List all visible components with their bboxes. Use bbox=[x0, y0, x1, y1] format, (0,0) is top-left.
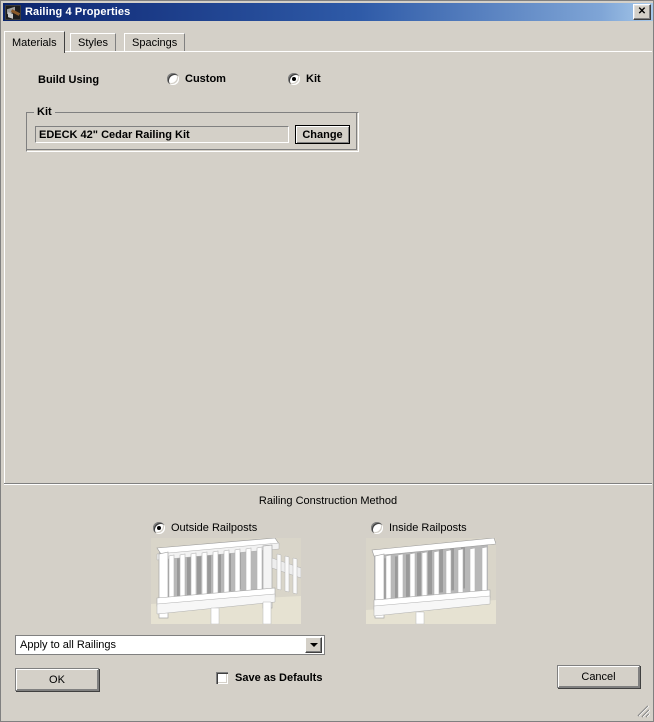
tab-materials[interactable]: Materials bbox=[4, 31, 65, 53]
railing-tool-icon bbox=[5, 4, 21, 20]
kit-value-field[interactable]: EDECK 42" Cedar Railing Kit bbox=[35, 126, 289, 143]
checkbox-indicator-save-defaults bbox=[216, 672, 228, 684]
title-bar[interactable]: Railing 4 Properties ✕ bbox=[3, 3, 653, 21]
radio-build-kit[interactable]: Kit bbox=[288, 73, 321, 85]
radio-label-kit: Kit bbox=[306, 73, 321, 85]
railing-properties-dialog: Railing 4 Properties ✕ Materials Styles … bbox=[0, 0, 654, 722]
radio-build-custom[interactable]: Custom bbox=[167, 73, 226, 85]
tab-spacings[interactable]: Spacings bbox=[124, 33, 186, 52]
change-kit-button[interactable]: Change bbox=[295, 125, 350, 144]
kit-group-box: Kit EDECK 42" Cedar Railing Kit Change bbox=[26, 106, 359, 152]
preview-outside-railposts[interactable] bbox=[151, 538, 301, 624]
radio-indicator-outside bbox=[153, 522, 165, 534]
radio-inside-railposts[interactable]: Inside Railposts bbox=[371, 522, 467, 534]
build-using-label: Build Using bbox=[38, 74, 100, 86]
radio-indicator-kit bbox=[288, 73, 300, 85]
tab-styles[interactable]: Styles bbox=[70, 33, 116, 52]
cancel-button[interactable]: Cancel bbox=[557, 665, 640, 688]
resize-grip[interactable] bbox=[636, 704, 651, 718]
radio-indicator-inside bbox=[371, 522, 383, 534]
materials-tab-panel: Build Using Custom Kit Kit EDECK 42" Ced… bbox=[4, 51, 652, 483]
radio-outside-railposts[interactable]: Outside Railposts bbox=[153, 522, 257, 534]
ok-button[interactable]: OK bbox=[15, 668, 99, 691]
close-icon[interactable]: ✕ bbox=[633, 4, 651, 20]
radio-label-custom: Custom bbox=[185, 73, 226, 85]
kit-group-legend: Kit bbox=[34, 106, 55, 118]
save-as-defaults-label: Save as Defaults bbox=[235, 672, 323, 684]
construction-method-title: Railing Construction Method bbox=[258, 495, 398, 507]
save-as-defaults-checkbox[interactable]: Save as Defaults bbox=[216, 672, 322, 684]
window-title: Railing 4 Properties bbox=[25, 6, 131, 18]
radio-label-outside: Outside Railposts bbox=[171, 522, 258, 534]
section-divider bbox=[4, 483, 652, 485]
preview-inside-railposts[interactable] bbox=[366, 538, 496, 624]
chevron-down-icon[interactable] bbox=[305, 637, 322, 653]
tab-strip: Materials Styles Spacings bbox=[4, 31, 652, 53]
apply-scope-value: Apply to all Railings bbox=[20, 639, 116, 651]
apply-scope-dropdown[interactable]: Apply to all Railings bbox=[15, 635, 325, 655]
radio-indicator-custom bbox=[167, 73, 179, 85]
radio-label-inside: Inside Railposts bbox=[389, 522, 467, 534]
